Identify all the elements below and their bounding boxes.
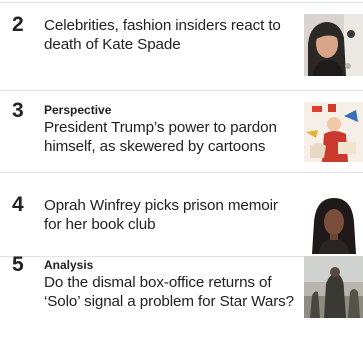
list-item[interactable]: 5 Analysis Do the dismal box-office retu… — [0, 254, 363, 360]
story-headline-link[interactable]: President Trump’s power to pardon himsel… — [44, 118, 296, 156]
rank-number: 3 — [12, 99, 24, 122]
story-text: Analysis Do the dismal box-office return… — [44, 258, 296, 311]
list-item[interactable]: 3 Perspective President Trump’s power to… — [0, 92, 363, 170]
divider — [0, 172, 363, 173]
most-read-list: 2 Celebrities, fashion insiders react to… — [0, 0, 363, 360]
author-portrait-photo-icon — [304, 192, 363, 254]
story-thumbnail[interactable] — [304, 256, 363, 318]
list-item[interactable]: 2 Celebrities, fashion insiders react to… — [0, 4, 363, 88]
political-cartoon-image-icon — [304, 102, 363, 162]
story-thumbnail[interactable] — [304, 192, 363, 254]
divider — [0, 90, 363, 91]
story-headline-link[interactable]: Oprah Winfrey picks prison memoir for he… — [44, 196, 296, 234]
rank-number: 2 — [12, 13, 24, 36]
story-thumbnail[interactable] — [304, 14, 363, 76]
story-text: Perspective President Trump’s power to p… — [44, 103, 296, 156]
story-text: Oprah Winfrey picks prison memoir for he… — [44, 196, 296, 234]
movie-still-photo-icon — [304, 256, 363, 318]
story-text: Celebrities, fashion insiders react to d… — [44, 16, 296, 54]
rank-number: 5 — [12, 253, 24, 276]
story-label: Analysis — [44, 258, 94, 272]
story-thumbnail[interactable] — [304, 102, 363, 162]
list-item[interactable]: 4 Oprah Winfrey picks prison memoir for … — [0, 174, 363, 254]
divider — [0, 2, 363, 3]
story-headline-link[interactable]: Do the dismal box-office returns of ‘Sol… — [44, 273, 296, 311]
story-headline-link[interactable]: Celebrities, fashion insiders react to d… — [44, 16, 296, 54]
rank-number: 4 — [12, 193, 24, 216]
woman-portrait-photo-icon — [304, 14, 363, 76]
story-label: Perspective — [44, 103, 112, 117]
